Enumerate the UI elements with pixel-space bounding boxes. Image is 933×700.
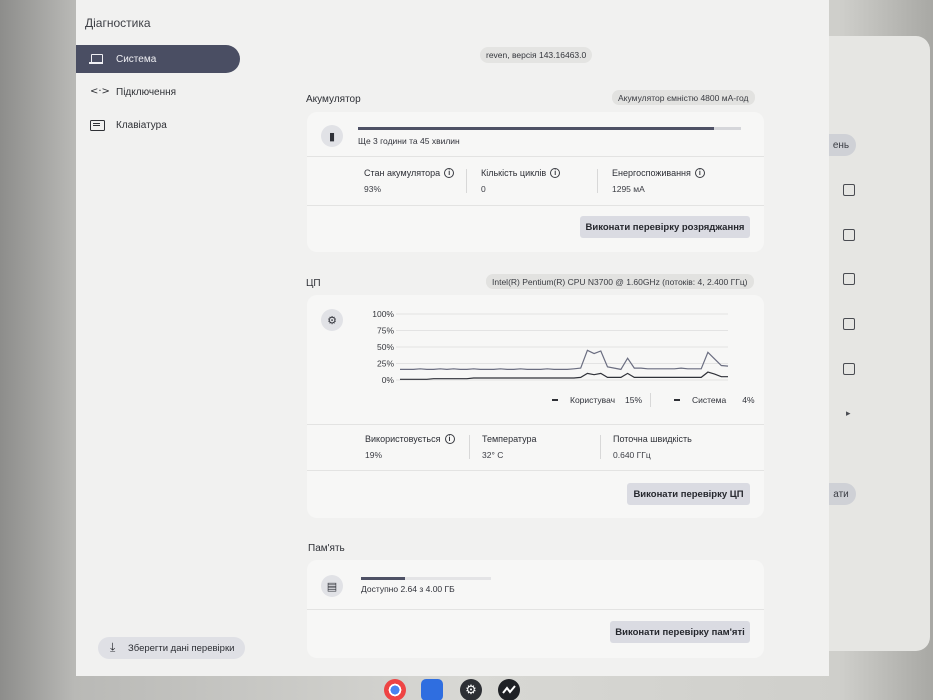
- app-title: Діагностика: [85, 16, 151, 30]
- legend-label: Система: [692, 395, 727, 405]
- battery-progress-fill: [358, 127, 715, 130]
- memory-section-title: Пам'ять: [308, 543, 345, 554]
- series-line-system: [400, 371, 728, 380]
- divider: [307, 205, 764, 206]
- metric-power-value: 1295 мА: [612, 184, 645, 194]
- info-icon[interactable]: i: [550, 168, 561, 178]
- y-tick-label: 25%: [377, 359, 394, 369]
- legend-swatch: [674, 399, 680, 401]
- sidebar-item-label: Підключення: [116, 86, 177, 98]
- diagnostics-app-icon[interactable]: [498, 679, 520, 700]
- y-tick-label: 0%: [382, 375, 395, 385]
- version-chip: reven, версія 143.16463.0: [480, 47, 593, 63]
- y-tick-label: 75%: [377, 326, 394, 336]
- metric-power-label: Енергоспоживання i: [612, 168, 705, 178]
- open-external-icon[interactable]: [843, 273, 855, 285]
- metric-cpu-speed-value: 0.640 ГГц: [613, 450, 651, 460]
- files-icon[interactable]: [421, 679, 443, 700]
- battery-capacity-chip: Акумулятор ємністю 4800 мА-год: [612, 90, 755, 105]
- battery-card: ▮ Ще 3 години та 45 хвилин Стан акумулят…: [307, 112, 764, 252]
- divider: [307, 470, 764, 471]
- y-tick-label: 50%: [377, 342, 394, 352]
- info-icon[interactable]: i: [444, 434, 455, 444]
- cpu-chip-icon: ⚙: [321, 309, 343, 331]
- memory-progress-fill: [361, 577, 406, 580]
- legend-swatch: [552, 399, 558, 401]
- chrome-icon[interactable]: [384, 679, 406, 700]
- save-test-data-button[interactable]: Зберегти дані перевірки: [98, 637, 245, 659]
- sidebar-item-label: Система: [116, 53, 157, 65]
- series-line-user: [400, 349, 729, 371]
- memory-card: ▤ Доступно 2.64 з 4.00 ГБ Виконати перев…: [307, 560, 764, 658]
- open-external-icon[interactable]: [843, 184, 855, 196]
- diagnostics-window: Діагностика Система <·> Підключення Клав…: [76, 0, 829, 676]
- metric-label-text: Кількість циклів: [481, 168, 547, 178]
- laptop-icon: [89, 53, 104, 65]
- y-tick-label: 100%: [372, 309, 394, 319]
- cpu-model-chip: Intel(R) Pentium(R) CPU N3700 @ 1.60GHz …: [486, 274, 754, 289]
- open-external-icon[interactable]: [843, 363, 855, 375]
- info-icon[interactable]: i: [444, 168, 455, 178]
- memory-progress-bar: [361, 577, 491, 580]
- run-discharge-test-button[interactable]: Виконати перевірку розряджання: [580, 216, 750, 238]
- divider: [307, 609, 764, 610]
- sidebar-item-connectivity[interactable]: <·> Підключення: [76, 78, 240, 106]
- cpu-usage-chart: 100% 75% 50% 25% 0%: [372, 309, 729, 385]
- metric-cpu-speed-label: Поточна швидкість: [613, 434, 692, 444]
- metric-cycle-count-label: Кількість циклів i: [481, 168, 561, 178]
- metric-label-text: Стан акумулятора: [364, 168, 441, 178]
- metric-cycle-count-value: 0: [481, 184, 486, 194]
- divider: [650, 393, 651, 407]
- metric-label-text: Використовується: [365, 434, 441, 444]
- legend-label: Користувач: [570, 395, 616, 405]
- metric-cpu-usage-value: 19%: [365, 450, 383, 460]
- link-icon: <·>: [90, 86, 110, 97]
- info-icon[interactable]: i: [694, 168, 705, 178]
- metric-label-text: Енергоспоживання: [612, 168, 691, 178]
- metric-label-text: Температура: [482, 434, 537, 444]
- metric-temperature-value: 32° C: [482, 450, 504, 460]
- sidebar-item-keyboard[interactable]: Клавіатура: [76, 111, 240, 139]
- keyboard-icon: [90, 119, 105, 131]
- cpu-section-title: ЦП: [306, 278, 321, 289]
- run-memory-test-button[interactable]: Виконати перевірку пам'яті: [610, 621, 750, 643]
- open-external-icon[interactable]: [843, 318, 855, 330]
- legend-system: Система 4%: [674, 395, 755, 405]
- pulse-icon: [502, 685, 516, 694]
- divider: [469, 435, 470, 459]
- chevron-right-icon[interactable]: ▸: [846, 408, 851, 419]
- metric-battery-health-value: 93%: [364, 184, 382, 194]
- divider: [307, 424, 764, 425]
- memory-available: Доступно 2.64 з 4.00 ГБ: [361, 584, 455, 594]
- battery-progress-bar: [358, 127, 741, 130]
- run-cpu-test-button[interactable]: Виконати перевірку ЦП: [627, 483, 750, 505]
- divider: [600, 435, 601, 459]
- cpu-card: ⚙ 100% 75% 50% 25% 0% Користувач 15% Система…: [307, 295, 764, 518]
- memory-icon: ▤: [321, 575, 343, 597]
- sidebar-item-label: Клавіатура: [116, 119, 167, 131]
- metric-battery-health-label: Стан акумулятора i: [364, 168, 455, 178]
- battery-time-left: Ще 3 години та 45 хвилин: [358, 136, 460, 146]
- divider: [597, 169, 598, 193]
- settings-gear-icon[interactable]: ⚙: [460, 679, 482, 700]
- metric-temperature-label: Температура: [482, 434, 537, 444]
- battery-section-title: Акумулятор: [306, 94, 361, 105]
- save-button-label: Зберегти дані перевірки: [128, 642, 235, 654]
- sidebar-item-system[interactable]: Система: [76, 45, 240, 73]
- metric-label-text: Поточна швидкість: [613, 434, 692, 444]
- open-external-icon[interactable]: [843, 229, 855, 241]
- battery-icon: ▮: [321, 125, 343, 147]
- divider: [466, 169, 467, 193]
- legend-value: 4%: [742, 395, 755, 405]
- metric-cpu-usage-label: Використовується i: [365, 434, 455, 444]
- legend-user: Користувач 15%: [552, 395, 642, 405]
- legend-value: 15%: [625, 395, 643, 405]
- download-icon: [110, 640, 120, 655]
- divider: [307, 156, 764, 157]
